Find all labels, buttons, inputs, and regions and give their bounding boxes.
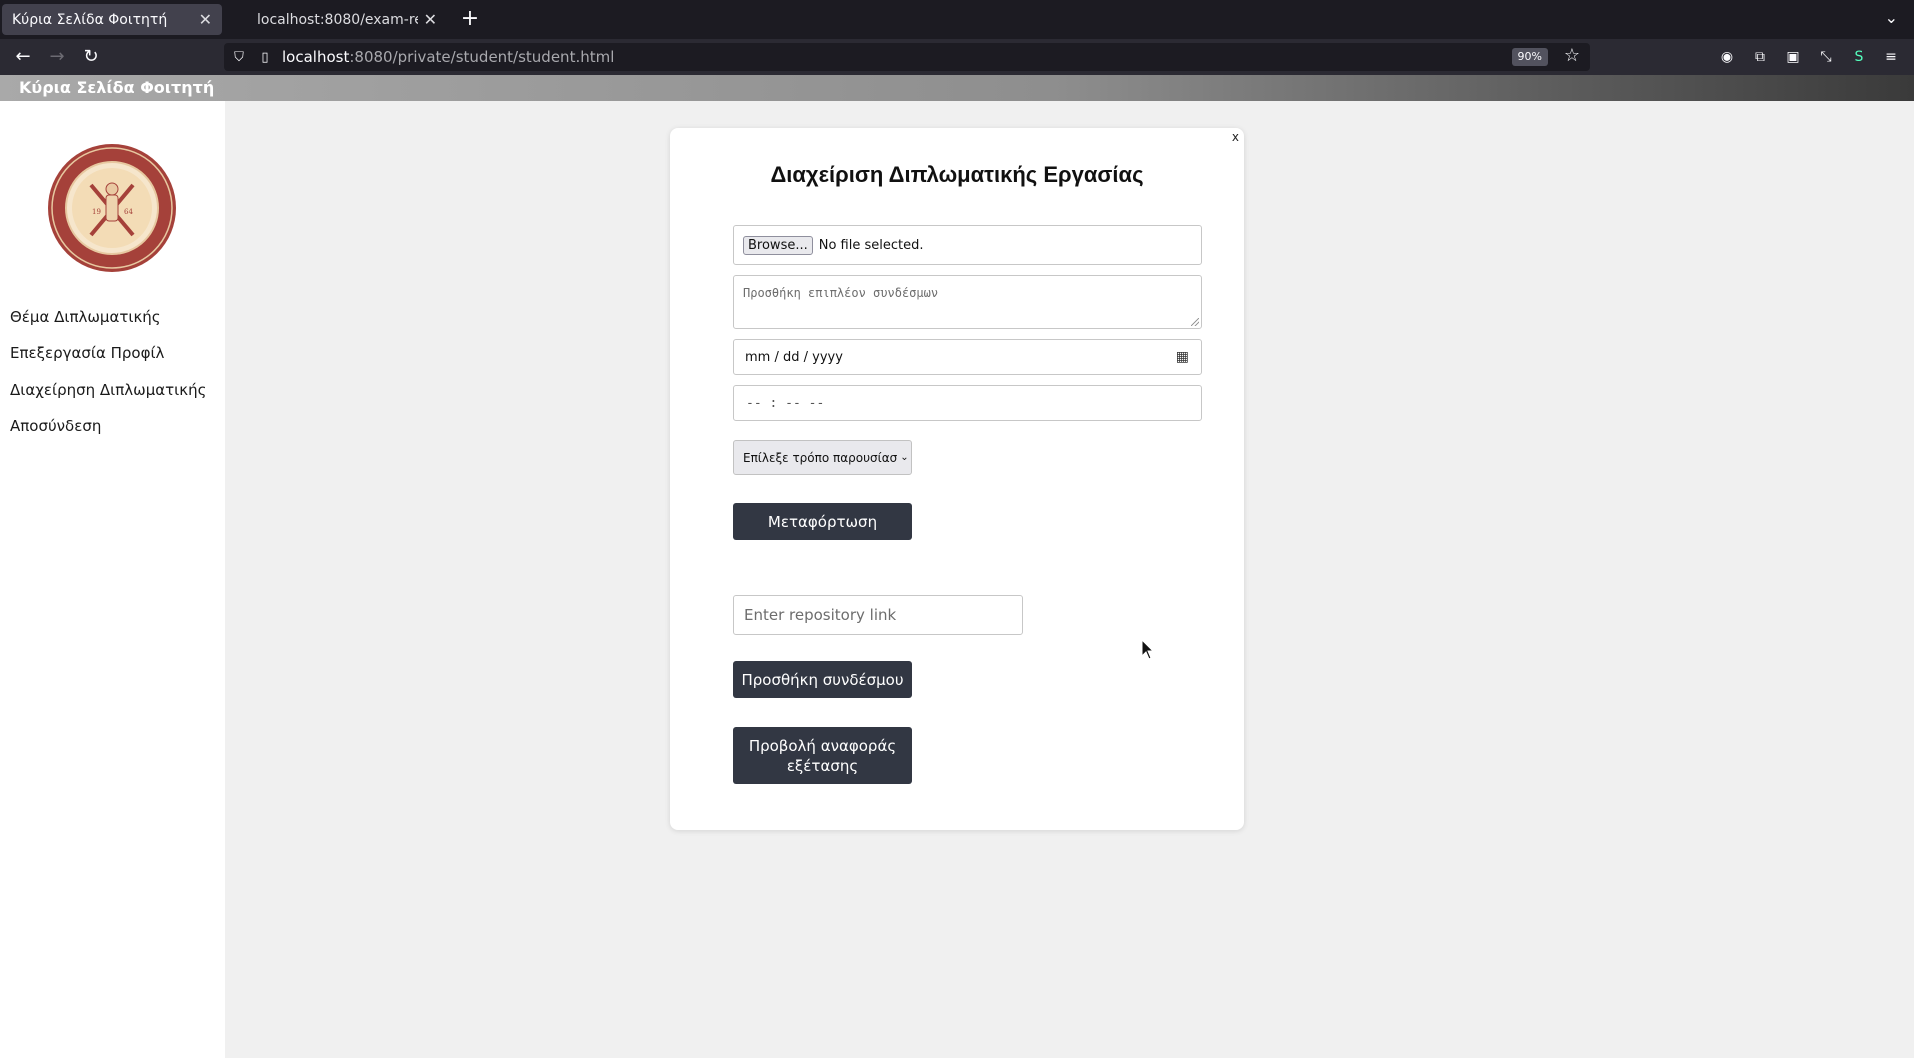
- sidebar: 19 64 Θέμα Διπλωματικής Επεξεργασία Προφ…: [0, 101, 225, 1058]
- page-icon[interactable]: ▯: [254, 50, 276, 65]
- tab-title: Κύρια Σελίδα Φοιτητή: [12, 11, 168, 28]
- zoom-level-badge[interactable]: 90%: [1511, 48, 1548, 66]
- modal-close-button[interactable]: x: [1232, 130, 1239, 144]
- view-exam-report-button[interactable]: Προβολή αναφοράς εξέτασης: [733, 727, 912, 784]
- close-tab-icon[interactable]: ✕: [199, 10, 212, 29]
- extra-links-placeholder: Προσθήκη επιπλέον συνδέσμων: [743, 286, 939, 300]
- repository-link-input[interactable]: Enter repository link: [733, 595, 1023, 635]
- close-tab-icon[interactable]: ✕: [424, 10, 437, 29]
- file-status-text: No file selected.: [818, 237, 924, 253]
- time-input[interactable]: -- : -- --: [733, 385, 1202, 421]
- upload-button[interactable]: Μεταφόρτωση: [733, 503, 912, 540]
- fullscreen-icon[interactable]: ⤡: [1816, 47, 1836, 67]
- new-tab-icon[interactable]: +: [458, 6, 482, 31]
- sidebar-item-logout[interactable]: Αποσύνδεση: [10, 417, 101, 435]
- browser-tab-bar: Κύρια Σελίδα Φοιτητή ✕ localhost:8080/ex…: [0, 0, 1914, 39]
- svg-text:19: 19: [92, 208, 101, 216]
- sidebar-item-manage-thesis[interactable]: Διαχείρηση Διπλωματικής: [10, 381, 206, 399]
- url-path: :8080/private/student/student.html: [349, 48, 615, 66]
- date-placeholder: mm / dd / yyyy: [745, 349, 843, 365]
- chevron-down-icon: ⌄: [900, 452, 909, 463]
- chevron-down-icon[interactable]: ⌄: [1885, 8, 1898, 27]
- modal-title: Διαχείριση Διπλωματικής Εργασίας: [770, 162, 1144, 187]
- tab-title: localhost:8080/exam-repor: [257, 11, 418, 28]
- page-header-title: Κύρια Σελίδα Φοιτητή: [19, 78, 215, 97]
- sidebar-item-thesis-topic[interactable]: Θέμα Διπλωματικής: [10, 308, 161, 326]
- browser-nav-bar: ← → ↻ ⛉ ▯ localhost:8080/private/student…: [0, 39, 1914, 75]
- address-bar[interactable]: ⛉ ▯ localhost:8080/private/student/stude…: [224, 43, 1590, 71]
- tab-student-home[interactable]: Κύρια Σελίδα Φοιτητή ✕: [2, 4, 222, 35]
- presentation-select-value: Επίλεξε τρόπο παρουσίασ: [743, 450, 898, 465]
- mouse-cursor-icon: [1141, 639, 1155, 660]
- extension-s-icon[interactable]: S: [1849, 47, 1869, 67]
- calendar-icon[interactable]: ▦: [1176, 349, 1189, 365]
- container-icon[interactable]: ▣: [1783, 47, 1803, 67]
- url-text: localhost:8080/private/student/student.h…: [282, 48, 614, 66]
- shield-icon[interactable]: ⛉: [228, 50, 250, 65]
- url-host: localhost: [282, 48, 350, 66]
- extra-links-textarea[interactable]: Προσθήκη επιπλέον συνδέσμων: [733, 275, 1202, 329]
- extensions-icon[interactable]: ⧉: [1750, 47, 1770, 67]
- tab-exam-report[interactable]: localhost:8080/exam-repor ✕: [247, 4, 447, 35]
- page-header: Κύρια Σελίδα Φοιτητή: [0, 75, 1914, 101]
- add-link-button[interactable]: Προσθήκη συνδέσμου: [733, 661, 912, 698]
- menu-icon[interactable]: ≡: [1881, 47, 1901, 67]
- reload-icon[interactable]: ↻: [78, 45, 104, 69]
- forward-icon[interactable]: →: [44, 45, 70, 69]
- presentation-mode-select[interactable]: Επίλεξε τρόπο παρουσίασ ⌄: [733, 440, 912, 475]
- university-logo: 19 64: [48, 144, 176, 272]
- thesis-management-modal: x Διαχείριση Διπλωματικής Εργασίας Brows…: [670, 128, 1244, 830]
- resize-handle-icon[interactable]: [1191, 318, 1199, 326]
- date-input[interactable]: mm / dd / yyyy ▦: [733, 339, 1202, 375]
- time-placeholder: -- : -- --: [746, 395, 825, 411]
- browse-button[interactable]: Browse...: [743, 235, 813, 255]
- repository-link-placeholder: Enter repository link: [744, 606, 897, 624]
- bookmark-star-icon[interactable]: ☆: [1564, 45, 1580, 66]
- svg-text:64: 64: [124, 208, 133, 216]
- sidebar-item-edit-profile[interactable]: Επεξεργασία Προφίλ: [10, 344, 164, 362]
- account-icon[interactable]: ◉: [1717, 47, 1737, 67]
- file-upload-field[interactable]: Browse... No file selected.: [733, 225, 1202, 265]
- back-icon[interactable]: ←: [10, 45, 36, 69]
